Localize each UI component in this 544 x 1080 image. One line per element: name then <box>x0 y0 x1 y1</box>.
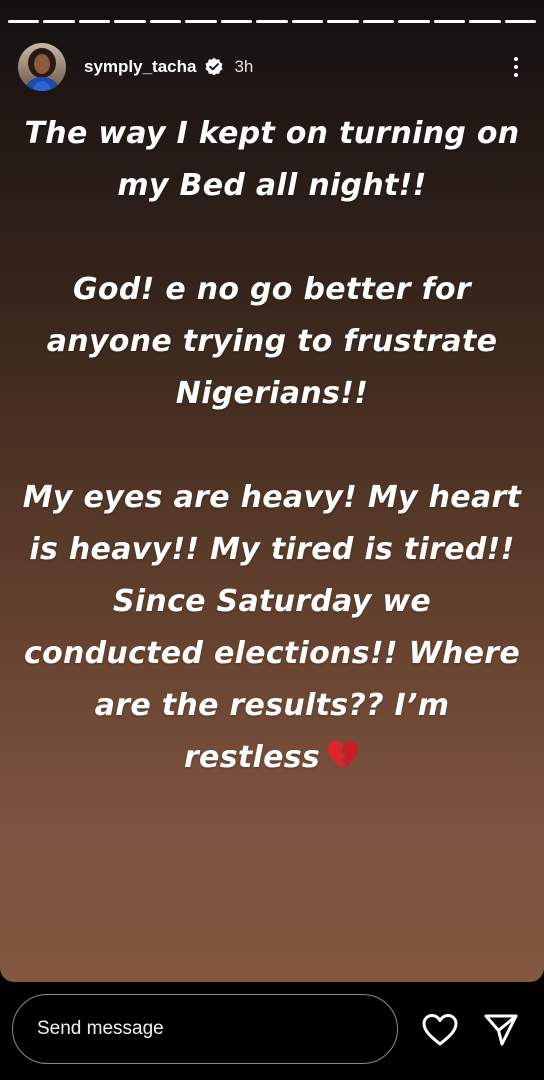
story-paragraph-1: The way I kept on turning on my Bed all … <box>24 116 520 203</box>
progress-segment <box>504 20 537 23</box>
progress-segment <box>114 20 146 23</box>
story-progress-bar <box>8 20 537 23</box>
progress-segment <box>327 20 359 23</box>
paper-plane-icon[interactable] <box>483 1013 519 1047</box>
verified-badge-icon <box>204 57 224 77</box>
send-message-placeholder: Send message <box>37 1018 164 1039</box>
progress-segment <box>362 20 395 23</box>
progress-segment <box>185 20 217 23</box>
story-header: symply_tacha 3h <box>18 42 526 92</box>
progress-segment <box>256 20 288 23</box>
post-time: 3h <box>234 57 254 76</box>
avatar-image <box>18 43 66 91</box>
story-text: The way I kept on turning on my Bed all … <box>22 108 522 784</box>
progress-segment <box>149 20 182 23</box>
progress-segment <box>78 20 111 23</box>
story-paragraph-3: My eyes are heavy! My heart is heavy!! M… <box>22 472 522 784</box>
username[interactable]: symply_tacha <box>84 57 196 77</box>
progress-segment <box>43 20 75 23</box>
send-message-input[interactable]: Send message <box>12 994 398 1064</box>
story-footer: Send message <box>0 982 544 1080</box>
progress-segment <box>291 20 324 23</box>
progress-segment <box>8 20 40 23</box>
more-options-icon[interactable] <box>506 53 526 81</box>
progress-segment <box>220 20 253 23</box>
progress-segment <box>469 20 501 23</box>
progress-segment <box>398 20 430 23</box>
story-paragraph-2: God! e no go better for anyone trying to… <box>46 272 498 411</box>
story-paragraph-3-text: My eyes are heavy! My heart is heavy!! M… <box>22 480 522 775</box>
progress-segment <box>433 20 466 23</box>
profile-avatar[interactable] <box>18 43 66 91</box>
heart-outline-icon[interactable] <box>421 1013 459 1047</box>
story-viewer[interactable]: symply_tacha 3h The way I kept on turnin… <box>0 0 544 982</box>
broken-heart-icon <box>326 736 360 769</box>
